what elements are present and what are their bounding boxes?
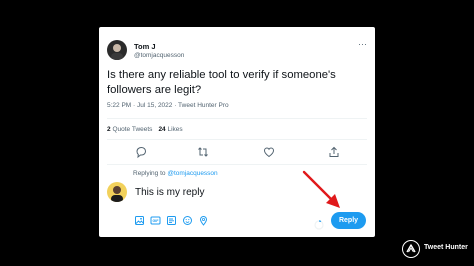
author-avatar[interactable]	[107, 40, 127, 60]
svg-text:GIF: GIF	[153, 219, 160, 223]
poll-icon[interactable]	[166, 215, 177, 226]
replying-to-mention[interactable]: @tomjacquesson	[167, 170, 217, 177]
reply-icon[interactable]	[134, 145, 148, 159]
annotation-arrow	[302, 170, 340, 208]
retweet-icon[interactable]	[196, 145, 210, 159]
tweet-hunter-name: Tweet Hunter	[424, 244, 468, 251]
image-icon[interactable]	[134, 215, 145, 226]
quote-tweets-count: 2	[107, 126, 111, 133]
tweet-meta: 5:22 PM · Jul 15, 2022 · Tweet Hunter Pr…	[107, 102, 229, 109]
replying-to-label: Replying to	[133, 170, 166, 177]
divider	[107, 164, 367, 165]
more-options-icon[interactable]: ···	[358, 39, 367, 49]
divider	[107, 139, 367, 140]
location-icon[interactable]	[198, 215, 209, 226]
tweet-hunter-logo-icon	[402, 240, 420, 258]
divider	[107, 118, 367, 119]
likes-count: 24	[158, 126, 166, 133]
replying-to: Replying to @tomjacquesson	[133, 170, 218, 177]
quote-tweets-stat[interactable]: 2 Quote Tweets	[107, 126, 152, 133]
likes-stat[interactable]: 24 Likes	[158, 126, 182, 133]
like-icon[interactable]	[262, 145, 276, 159]
tweet-text: Is there any reliable tool to verify if …	[107, 69, 336, 96]
reply-input[interactable]: This is my reply	[135, 187, 204, 198]
likes-label: Likes	[167, 126, 183, 133]
character-count-ring	[314, 217, 324, 230]
author-handle[interactable]: @tomjacquesson	[134, 52, 184, 59]
quote-tweets-label: Quote Tweets	[112, 126, 153, 133]
tweet-stats: 2 Quote Tweets 24 Likes	[107, 126, 183, 133]
share-icon[interactable]	[327, 145, 341, 159]
author-name[interactable]: Tom J	[134, 42, 156, 51]
reply-button[interactable]: Reply	[331, 212, 366, 229]
emoji-icon[interactable]	[182, 215, 193, 226]
gif-icon[interactable]: GIF	[150, 215, 161, 226]
tweet-actions	[107, 145, 367, 159]
reply-user-avatar[interactable]	[107, 182, 127, 202]
